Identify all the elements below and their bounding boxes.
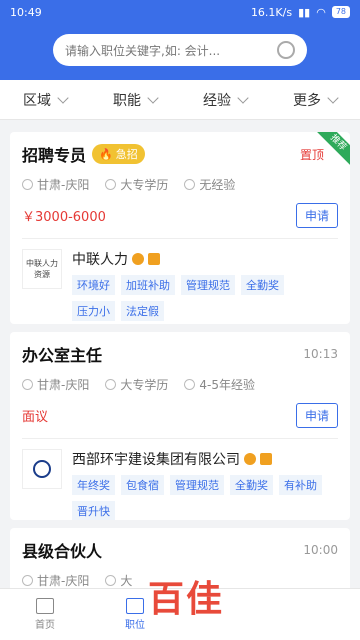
status-bar: 10:49 16.1K/s ▮▮ ◠ 78	[0, 0, 360, 24]
tag: 管理规范	[181, 275, 235, 295]
education-icon	[105, 575, 117, 586]
network-speed: 16.1K/s	[250, 5, 293, 19]
post-time: 10:13	[303, 347, 338, 361]
wifi-icon: ◠	[316, 5, 326, 19]
tag: 全勤奖	[230, 475, 273, 495]
post-time: 10:00	[303, 543, 338, 557]
fire-icon: 🔥	[99, 147, 113, 161]
pinned-label: 置顶	[299, 147, 324, 162]
shield-icon	[148, 253, 160, 265]
experience-icon	[184, 379, 196, 390]
company-info[interactable]: 西部环宇建设集团有限公司 年终奖 包食宿 管理规范 全勤奖 有补助 晋升快	[22, 449, 338, 520]
company-logo	[22, 449, 62, 489]
tag: 晋升快	[72, 501, 115, 520]
home-icon	[36, 598, 54, 614]
app-header: 10:49 16.1K/s ▮▮ ◠ 78 请输入职位关键字,如: 会计...	[0, 0, 360, 80]
verified-badge-icon	[244, 453, 256, 465]
status-time: 10:49	[10, 5, 42, 19]
search-icon[interactable]	[277, 41, 295, 59]
tag: 全勤奖	[241, 275, 284, 295]
chevron-down-icon	[57, 91, 69, 104]
education-icon	[105, 179, 117, 190]
battery-icon: 78	[331, 6, 350, 18]
chevron-down-icon	[327, 91, 339, 104]
tag: 包食宿	[121, 475, 164, 495]
education-icon	[105, 379, 117, 390]
company-logo: 中联人力资源	[22, 249, 62, 289]
tag: 管理规范	[170, 475, 224, 495]
salary: 面议	[22, 410, 49, 425]
job-title: 县级合伙人	[22, 542, 103, 561]
filter-bar: 区域 职能 经验 更多	[0, 80, 360, 120]
tag: 法定假	[121, 301, 164, 321]
job-title: 办公室主任	[22, 346, 103, 365]
tag: 年终奖	[72, 475, 115, 495]
divider	[22, 438, 338, 439]
tag: 有补助	[279, 475, 322, 495]
watermark-logo: 百佳	[148, 579, 225, 620]
nav-home[interactable]: 首页	[0, 589, 90, 640]
job-card[interactable]: 办公室主任 10:13 甘肃-庆阳 大专学历 4-5年经验 面议 申请 西部环宇…	[10, 332, 350, 520]
job-card[interactable]: 推荐 招聘专员 🔥 急招 置顶 甘肃-庆阳 大专学历 无经验 ￥3000-6000…	[10, 132, 350, 324]
tag: 压力小	[72, 301, 115, 321]
chevron-down-icon	[147, 91, 159, 104]
experience-icon	[184, 179, 196, 190]
divider	[22, 238, 338, 239]
filter-region[interactable]: 区域	[23, 90, 69, 110]
filter-more[interactable]: 更多	[293, 90, 339, 110]
job-title: 招聘专员 🔥 急招	[22, 142, 145, 166]
welfare-tags: 年终奖 包食宿 管理规范 全勤奖 有补助 晋升快	[72, 475, 332, 520]
filter-function[interactable]: 职能	[113, 90, 159, 110]
job-list: 推荐 招聘专员 🔥 急招 置顶 甘肃-庆阳 大专学历 无经验 ￥3000-6000…	[0, 120, 360, 588]
location-icon	[22, 379, 33, 390]
search-placeholder: 请输入职位关键字,如: 会计...	[65, 43, 221, 58]
verified-badge-icon	[132, 253, 144, 265]
search-input[interactable]: 请输入职位关键字,如: 会计...	[53, 34, 307, 66]
chevron-down-icon	[237, 91, 249, 104]
welfare-tags: 环境好 加班补助 管理规范 全勤奖 压力小 法定假	[72, 275, 332, 321]
urgent-badge: 🔥 急招	[92, 144, 145, 164]
shield-icon	[260, 453, 272, 465]
filter-experience[interactable]: 经验	[203, 90, 249, 110]
briefcase-icon	[126, 598, 144, 614]
location-icon	[22, 575, 33, 586]
salary: ￥3000-6000	[22, 210, 106, 225]
location-icon	[22, 179, 33, 190]
tag: 加班补助	[121, 275, 175, 295]
apply-button[interactable]: 申请	[295, 403, 338, 428]
company-name: 中联人力	[72, 252, 128, 268]
signal-icon: ▮▮	[298, 5, 311, 19]
tag: 环境好	[72, 275, 115, 295]
job-meta: 甘肃-庆阳 大专学历 4-5年经验	[22, 376, 338, 393]
company-info[interactable]: 中联人力资源 中联人力 环境好 加班补助 管理规范 全勤奖 压力小 法定假	[22, 249, 338, 321]
apply-button[interactable]: 申请	[295, 203, 338, 228]
job-meta: 甘肃-庆阳 大专学历 无经验	[22, 176, 338, 193]
company-name: 西部环宇建设集团有限公司	[72, 452, 240, 468]
